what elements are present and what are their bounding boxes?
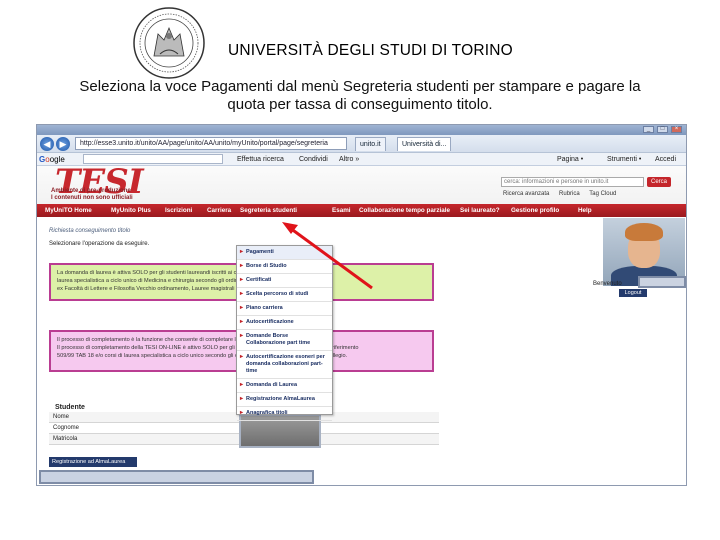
window-titlebar: _ □ × [37, 125, 686, 135]
toolbar-strumenti[interactable]: Strumenti • [607, 154, 641, 165]
main-nav: MyUniTO Home MyUnito Plus Iscrizioni Car… [37, 204, 686, 217]
banner-subtitle: Ambiente di pre-produzione I contenuti n… [51, 188, 133, 202]
nav-esami[interactable]: Esami [332, 204, 351, 217]
redacted-username [638, 276, 686, 288]
toolbar-condividi[interactable]: Condividi [299, 154, 328, 165]
menu-item-autocertificazione[interactable]: Autocertificazione [237, 316, 332, 330]
instruction-text: Seleziona la voce Pagamenti dal menù Seg… [30, 78, 690, 114]
minimize-icon[interactable]: _ [643, 126, 654, 133]
instruction-line-2: quota per tassa di conseguimento titolo. [227, 96, 493, 113]
menu-item-scelta-percorso[interactable]: Scelta percorso di studi [237, 288, 332, 302]
link-ricerca-avanzata[interactable]: Ricerca avanzata [503, 191, 549, 197]
logout-button[interactable]: Logout [619, 289, 647, 297]
nav-sei-laureato[interactable]: Sei laureato? [460, 204, 500, 217]
menu-item-domanda-laurea[interactable]: Domanda di Laurea [237, 379, 332, 393]
menu-item-borse-collaborazione[interactable]: Domande Borse Collaborazione part time [237, 330, 332, 351]
university-title: UNIVERSITÀ DEGLI STUDI DI TORINO [228, 42, 513, 59]
site-banner: TESI Ambiente di pre-produzione I conten… [37, 162, 686, 204]
close-icon[interactable]: × [671, 126, 682, 133]
almalaurea-registration-button[interactable]: Registrazione ad AlmaLaurea [49, 457, 137, 467]
nav-segreteria-studenti[interactable]: Segreteria studenti [240, 204, 297, 217]
student-section-title: Studente [55, 404, 85, 411]
toolbar-effettua-ricerca[interactable]: Effettua ricerca [237, 154, 284, 165]
nav-myunito-plus[interactable]: MyUnito Plus [111, 204, 151, 217]
menu-item-borse-di-studio[interactable]: Borse di Studio [237, 260, 332, 274]
browser-screenshot: _ □ × ◀ ▶ http://esse3.unito.it/unito/AA… [36, 124, 687, 486]
banner-subtitle-line-2: I contenuti non sono ufficiali [51, 195, 133, 201]
web-page: TESI Ambiente di pre-produzione I conten… [37, 162, 686, 485]
top-links: Ricerca avanzata Rubrica Tag Cloud [503, 191, 624, 197]
link-tag-cloud[interactable]: Tag Cloud [589, 191, 616, 197]
slide: UNIVERSITÀ DEGLI STUDI DI TORINO Selezio… [0, 0, 720, 540]
breadcrumb: Richiesta conseguimento titolo [49, 228, 131, 234]
menu-item-anagrafica-titoli[interactable]: Anagrafica titoli [237, 407, 332, 421]
segreteria-dropdown-menu: Pagamenti Borse di Studio Certificati Sc… [236, 245, 333, 421]
nav-help[interactable]: Help [578, 204, 592, 217]
link-rubrica[interactable]: Rubrica [559, 191, 580, 197]
instruction-line-1: Seleziona la voce Pagamenti dal menù Seg… [79, 78, 641, 95]
site-search-button[interactable]: Cerca [647, 177, 671, 187]
menu-item-autocert-esoneri[interactable]: Autocertificazione esoneri per domanda c… [237, 351, 332, 379]
tab-universita[interactable]: Università di... [397, 137, 452, 151]
nav-gestione-profilo[interactable]: Gestione profilo [511, 204, 559, 217]
nav-myunito-home[interactable]: MyUniTO Home [45, 204, 92, 217]
toolbar-pagina[interactable]: Pagina • [557, 154, 583, 165]
banner-subtitle-line-1: Ambiente di pre-produzione [51, 188, 131, 194]
back-icon[interactable]: ◀ [40, 137, 54, 151]
maximize-icon[interactable]: □ [657, 126, 668, 133]
nav-collaborazione[interactable]: Collaborazione tempo parziale [359, 204, 450, 217]
toolbar-accedi[interactable]: Accedi [655, 154, 676, 165]
menu-item-pagamenti[interactable]: Pagamenti [237, 246, 332, 260]
select-operation-text: Selezionare l'operazione da eseguire. [49, 241, 150, 247]
welcome-label: Benvenuto [593, 281, 622, 287]
tab-unito[interactable]: unito.it [355, 137, 386, 151]
university-seal-logo [133, 7, 205, 79]
nav-iscrizioni[interactable]: Iscrizioni [165, 204, 192, 217]
forward-icon[interactable]: ▶ [56, 137, 70, 151]
menu-item-piano-carriera[interactable]: Piano carriera [237, 302, 332, 316]
url-field[interactable]: http://esse3.unito.it/unito/AA/page/unit… [75, 137, 347, 150]
redacted-bottom-bar [39, 470, 314, 484]
site-search-input[interactable]: cerca: informazioni e persone in unito.i… [501, 177, 644, 187]
nav-carriera[interactable]: Carriera [207, 204, 231, 217]
menu-item-almalaurea[interactable]: Registrazione AlmaLaurea [237, 393, 332, 407]
menu-item-certificati[interactable]: Certificati [237, 274, 332, 288]
toolbar-altro[interactable]: Altro » [339, 154, 359, 165]
address-bar-row: ◀ ▶ http://esse3.unito.it/unito/AA/page/… [37, 135, 686, 153]
